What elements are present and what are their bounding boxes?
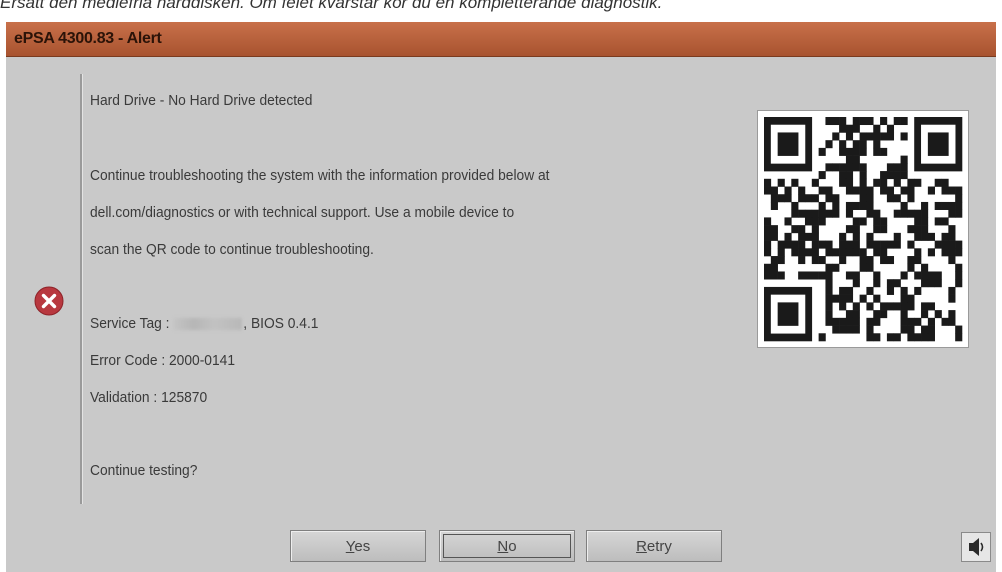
continue-prompt: Continue testing? [90, 462, 198, 479]
error-heading: Hard Drive - No Hard Drive detected [90, 92, 313, 109]
divider [80, 74, 82, 504]
service-tag-row: Service Tag : , BIOS 0.4.1 [90, 315, 318, 332]
window-title: ePSA 4300.83 - Alert [14, 30, 162, 47]
no-button[interactable]: No [439, 530, 575, 562]
service-tag-label: Service Tag : [90, 315, 170, 332]
speaker-icon[interactable] [961, 532, 991, 562]
error-x-icon [34, 286, 64, 316]
error-code: Error Code : 2000-0141 [90, 352, 236, 369]
page-caption: Ersätt den mediefria hårddisken. Om fele… [0, 0, 663, 12]
title-bar: ePSA 4300.83 - Alert [6, 22, 996, 57]
instruction-line-1: Continue troubleshooting the system with… [90, 167, 550, 184]
bios-version: , BIOS 0.4.1 [243, 315, 319, 332]
validation-code: Validation : 125870 [90, 389, 208, 406]
retry-button[interactable]: Retry [586, 530, 722, 562]
redacted-service-tag [173, 318, 242, 331]
yes-button[interactable]: Yes [290, 530, 426, 562]
instruction-line-2: dell.com/diagnostics or with technical s… [90, 204, 515, 221]
instruction-line-3: scan the QR code to continue troubleshoo… [90, 241, 374, 258]
qr-code-icon [757, 110, 969, 348]
alert-window: ePSA 4300.83 - Alert Hard Drive - No Har… [6, 22, 996, 572]
